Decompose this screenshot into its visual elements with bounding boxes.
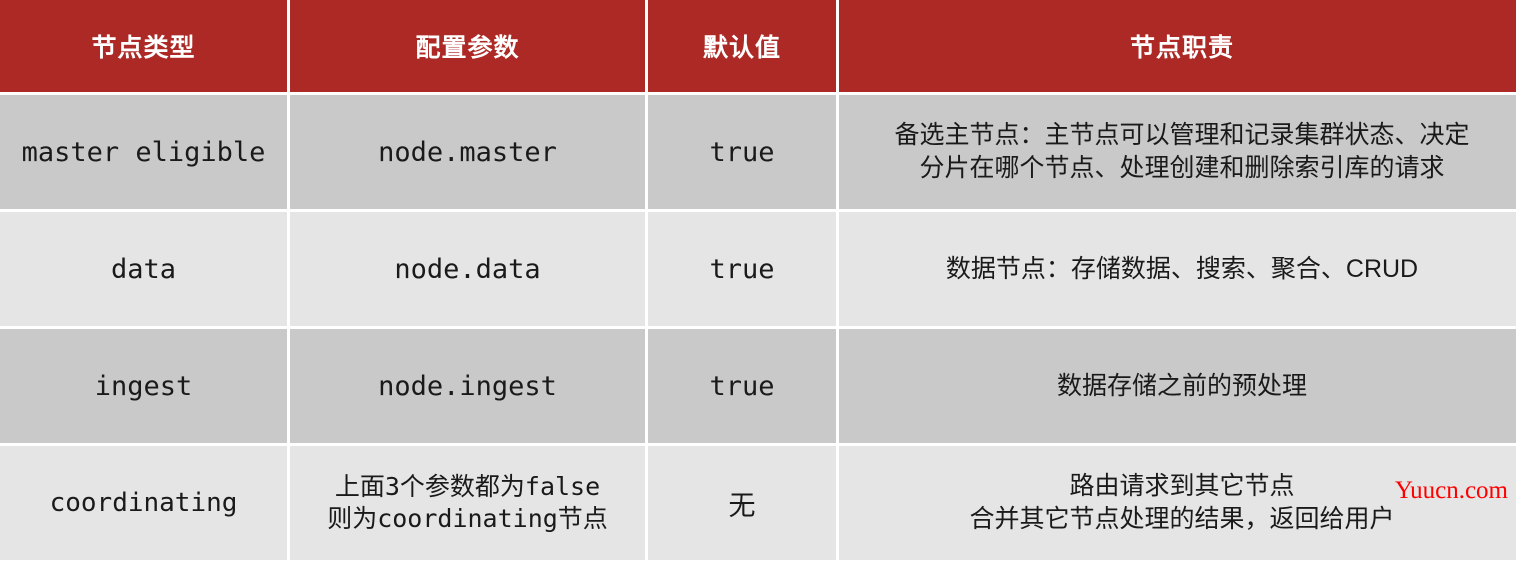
cell-config-param: node.data xyxy=(290,212,645,326)
cell-config-param: 上面3个参数都为false 则为coordinating节点 xyxy=(290,446,645,560)
cell-node-type: coordinating xyxy=(0,446,287,560)
duty-line: 路由请求到其它节点 xyxy=(1069,472,1295,500)
cell-config-param: node.master xyxy=(290,95,645,209)
column-header-node-type: 节点类型 xyxy=(0,0,287,92)
param-line: 则为coordinating节点 xyxy=(327,504,608,533)
table-row: data node.data true 数据节点：存储数据、搜索、聚合、CRUD xyxy=(0,212,1516,326)
column-header-config-param: 配置参数 xyxy=(290,0,645,92)
cell-default: true xyxy=(648,329,836,443)
table-row: ingest node.ingest true 数据存储之前的预处理 xyxy=(0,329,1516,443)
cell-duty: 备选主节点：主节点可以管理和记录集群状态、决定 分片在哪个节点、处理创建和删除索… xyxy=(839,95,1516,209)
cell-duty: 数据存储之前的预处理 xyxy=(839,329,1516,443)
column-header-default: 默认值 xyxy=(648,0,836,92)
param-line: 上面3个参数都为false xyxy=(334,472,601,501)
duty-line: 合并其它节点处理的结果，返回给用户 xyxy=(969,505,1395,533)
table-header-row: 节点类型 配置参数 默认值 节点职责 xyxy=(0,0,1516,92)
cell-duty: 路由请求到其它节点 合并其它节点处理的结果，返回给用户 xyxy=(839,446,1516,560)
duty-line: 备选主节点：主节点可以管理和记录集群状态、决定 xyxy=(894,121,1470,149)
duty-line: 数据节点：存储数据、搜索、聚合、CRUD xyxy=(945,254,1419,283)
cell-default: 无 xyxy=(648,446,836,560)
duty-line: 分片在哪个节点、处理创建和删除索引库的请求 xyxy=(919,154,1445,182)
cell-default: true xyxy=(648,95,836,209)
table-body: master eligible node.master true 备选主节点：主… xyxy=(0,95,1516,560)
node-types-table-container: 节点类型 配置参数 默认值 节点职责 master eligible node.… xyxy=(0,0,1516,560)
duty-line: 数据存储之前的预处理 xyxy=(1056,371,1307,400)
cell-default: true xyxy=(648,212,836,326)
node-types-table: 节点类型 配置参数 默认值 节点职责 master eligible node.… xyxy=(0,0,1516,563)
cell-node-type: ingest xyxy=(0,329,287,443)
table-row: master eligible node.master true 备选主节点：主… xyxy=(0,95,1516,209)
cell-node-type: master eligible xyxy=(0,95,287,209)
table-row: coordinating 上面3个参数都为false 则为coordinatin… xyxy=(0,446,1516,560)
column-header-duty: 节点职责 xyxy=(839,0,1516,92)
cell-duty: 数据节点：存储数据、搜索、聚合、CRUD xyxy=(839,212,1516,326)
table-header: 节点类型 配置参数 默认值 节点职责 xyxy=(0,0,1516,92)
cell-node-type: data xyxy=(0,212,287,326)
cell-config-param: node.ingest xyxy=(290,329,645,443)
